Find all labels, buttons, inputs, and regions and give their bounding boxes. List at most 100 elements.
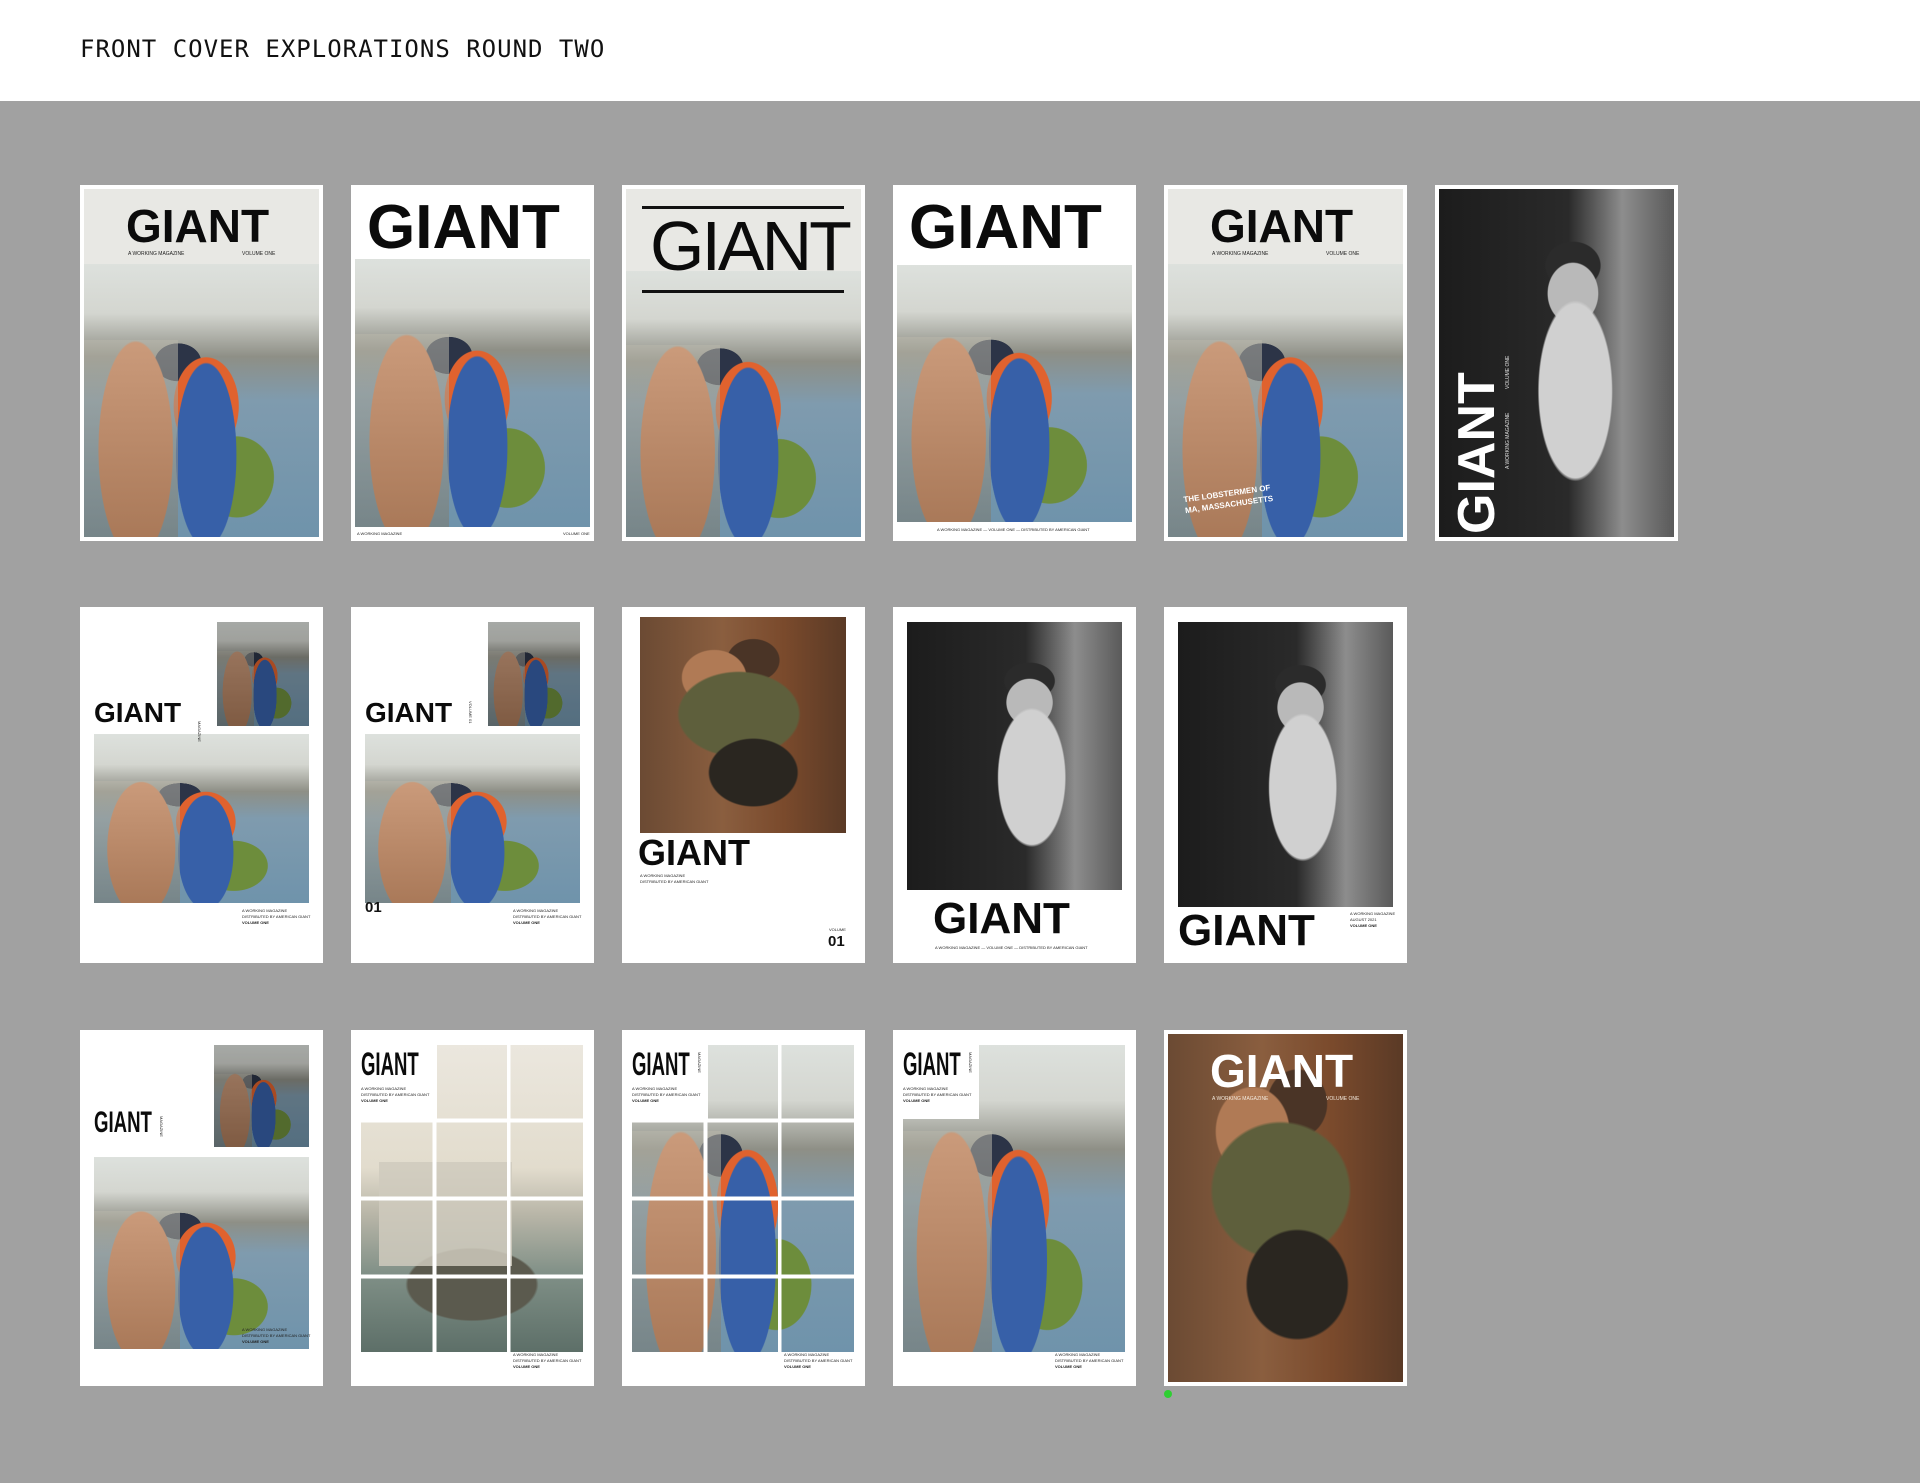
cover-r3-3[interactable]: GIANT MAGAZINE A WORKING MAGAZINE DISTRI… [622,1030,865,1386]
cover-r2-3[interactable]: GIANT A WORKING MAGAZINE DISTRIBUTED BY … [622,607,865,963]
distributed-footer: DISTRIBUTED BY AMERICAN GIANT [513,1358,582,1363]
footer-line: A WORKING MAGAZINE — VOLUME ONE — DISTRI… [937,527,1090,532]
distributed-label: DISTRIBUTED BY AMERICAN GIANT [903,1092,972,1097]
volume-label: VOLUME ONE [1326,251,1360,257]
giant-masthead: GIANT [909,193,1102,262]
volume-label: VOLUME ONE [632,1098,659,1103]
tagline-footer: A WORKING MAGAZINE [513,1352,559,1357]
volume-label: VOLUME ONE [242,920,269,925]
firefighter-photo [907,622,1122,890]
issue-number: 01 [365,899,382,916]
tagline: A WORKING MAGAZINE [903,1086,949,1091]
giant-masthead: GIANT [94,697,182,728]
giant-masthead-vertical: GIANT [1448,372,1506,534]
lobster-boat-photo [94,1157,309,1349]
lobster-boat-photo [626,271,861,537]
cover-r1-3[interactable]: GIANT [622,185,865,541]
volume-label: VOLUME ONE [563,531,590,536]
tagline: A WORKING MAGAZINE [1212,1096,1269,1102]
giant-masthead: GIANT [1210,1045,1354,1097]
volume-label: VOLUME ONE [242,251,276,257]
volume-label: VOLUME ONE [242,1339,269,1344]
volume-label: VOLUME ONE [1350,923,1377,928]
giant-masthead: GIANT [365,697,453,728]
volume-01-label: VOLUME 01 [468,701,473,724]
volume-footer: VOLUME ONE [513,1364,540,1369]
lobster-boat-photo [94,734,309,903]
cover-r2-1[interactable]: GIANT MAGAZINE A WORKING MAGAZINE DISTRI… [80,607,323,963]
volume-label: VOLUME ONE [1326,1096,1360,1102]
volume-footer: VOLUME ONE [784,1364,811,1369]
page-title: FRONT COVER EXPLORATIONS ROUND TWO [80,35,606,63]
magazine-label: MAGAZINE [197,721,202,742]
magazine-label: MAGAZINE [159,1116,164,1137]
tagline: A WORKING MAGAZINE [640,873,686,878]
distributed-footer: DISTRIBUTED BY AMERICAN GIANT [1055,1358,1124,1363]
boot-lacing-photo [640,617,846,833]
cover-r1-5[interactable]: GIANT A WORKING MAGAZINE VOLUME ONE THE … [1164,185,1407,541]
distributed-label: DISTRIBUTED BY AMERICAN GIANT [361,1092,430,1097]
giant-masthead: GIANT [361,1046,419,1082]
footer-line: A WORKING MAGAZINE — VOLUME ONE — DISTRI… [935,945,1088,950]
volume-label: VOLUME ONE [903,1098,930,1103]
lobster-boat-photo [897,265,1132,522]
magazine-label: MAGAZINE [968,1052,973,1073]
giant-masthead: GIANT [1178,906,1315,955]
firefighter-photo [1178,622,1393,907]
tagline: A WORKING MAGAZINE [632,1086,678,1091]
giant-masthead: GIANT [903,1046,961,1082]
distributed-label: DISTRIBUTED BY AMERICAN GIANT [513,914,582,919]
lobster-small-photo [488,622,580,726]
tagline-footer: A WORKING MAGAZINE [784,1352,830,1357]
lobster-boat-photo [365,734,580,903]
cover-r2-4[interactable]: GIANT A WORKING MAGAZINE — VOLUME ONE — … [893,607,1136,963]
issue-number: 01 [828,933,845,950]
tagline: A WORKING MAGAZINE [1505,412,1511,469]
lobster-small-photo [214,1045,309,1147]
giant-masthead: GIANT [367,193,560,262]
volume-label: VOLUME ONE [1505,355,1511,389]
distributed-label: DISTRIBUTED BY AMERICAN GIANT [242,1333,311,1338]
cover-r2-2[interactable]: GIANT VOLUME 01 01 A WORKING MAGAZINE DI… [351,607,594,963]
tagline: A WORKING MAGAZINE [357,531,403,536]
masthead-rule-bottom [642,290,844,293]
tagline: A WORKING MAGAZINE [128,251,185,257]
giant-masthead: GIANT [94,1106,152,1139]
magazine-label: MAGAZINE [697,1052,702,1073]
tagline: A WORKING MAGAZINE [1350,911,1396,916]
cover-r3-1[interactable]: GIANT MAGAZINE A WORKING MAGAZINE DISTRI… [80,1030,323,1386]
volume-footer: VOLUME ONE [1055,1364,1082,1369]
lobster-boat-photo [355,259,590,527]
giant-masthead: GIANT [1210,200,1354,252]
giant-masthead: GIANT [126,200,270,252]
cover-r3-4[interactable]: GIANT MAGAZINE A WORKING MAGAZINE DISTRI… [893,1030,1136,1386]
cover-r1-1[interactable]: GIANT A WORKING MAGAZINE VOLUME ONE [80,185,323,541]
distributed-footer: DISTRIBUTED BY AMERICAN GIANT [784,1358,853,1363]
tagline: A WORKING MAGAZINE [1212,251,1269,257]
cover-r2-5[interactable]: GIANT A WORKING MAGAZINE AUGUST 2021 VOL… [1164,607,1407,963]
lobster-small-photo [217,622,309,726]
volume-label: VOLUME ONE [361,1098,388,1103]
cover-r3-2[interactable]: GIANT A WORKING MAGAZINE DISTRIBUTED BY … [351,1030,594,1386]
distributed-label: DISTRIBUTED BY AMERICAN GIANT [632,1092,701,1097]
cover-r3-5[interactable]: GIANT A WORKING MAGAZINE VOLUME ONE [1164,1030,1407,1386]
date-label: AUGUST 2021 [1350,917,1377,922]
tagline-footer: A WORKING MAGAZINE [1055,1352,1101,1357]
lobster-boat-photo [84,264,319,537]
volume-word: VOLUME [829,927,846,932]
giant-masthead: GIANT [650,207,852,285]
cover-r1-2[interactable]: GIANT A WORKING MAGAZINE VOLUME ONE [351,185,594,541]
tagline: A WORKING MAGAZINE [242,908,288,913]
header-bar: FRONT COVER EXPLORATIONS ROUND TWO [0,0,1920,101]
selection-marker [1164,1390,1172,1398]
giant-masthead: GIANT [933,894,1070,943]
tagline: A WORKING MAGAZINE [361,1086,407,1091]
cover-r1-6[interactable]: GIANT A WORKING MAGAZINE VOLUME ONE [1435,185,1678,541]
distributed-label: DISTRIBUTED BY AMERICAN GIANT [640,879,709,884]
tagline: A WORKING MAGAZINE [513,908,559,913]
distributed-label: DISTRIBUTED BY AMERICAN GIANT [242,914,311,919]
volume-label: VOLUME ONE [513,920,540,925]
giant-masthead: GIANT [638,832,750,873]
cover-r1-4[interactable]: GIANT A WORKING MAGAZINE — VOLUME ONE — … [893,185,1136,541]
tagline: A WORKING MAGAZINE [242,1327,288,1332]
